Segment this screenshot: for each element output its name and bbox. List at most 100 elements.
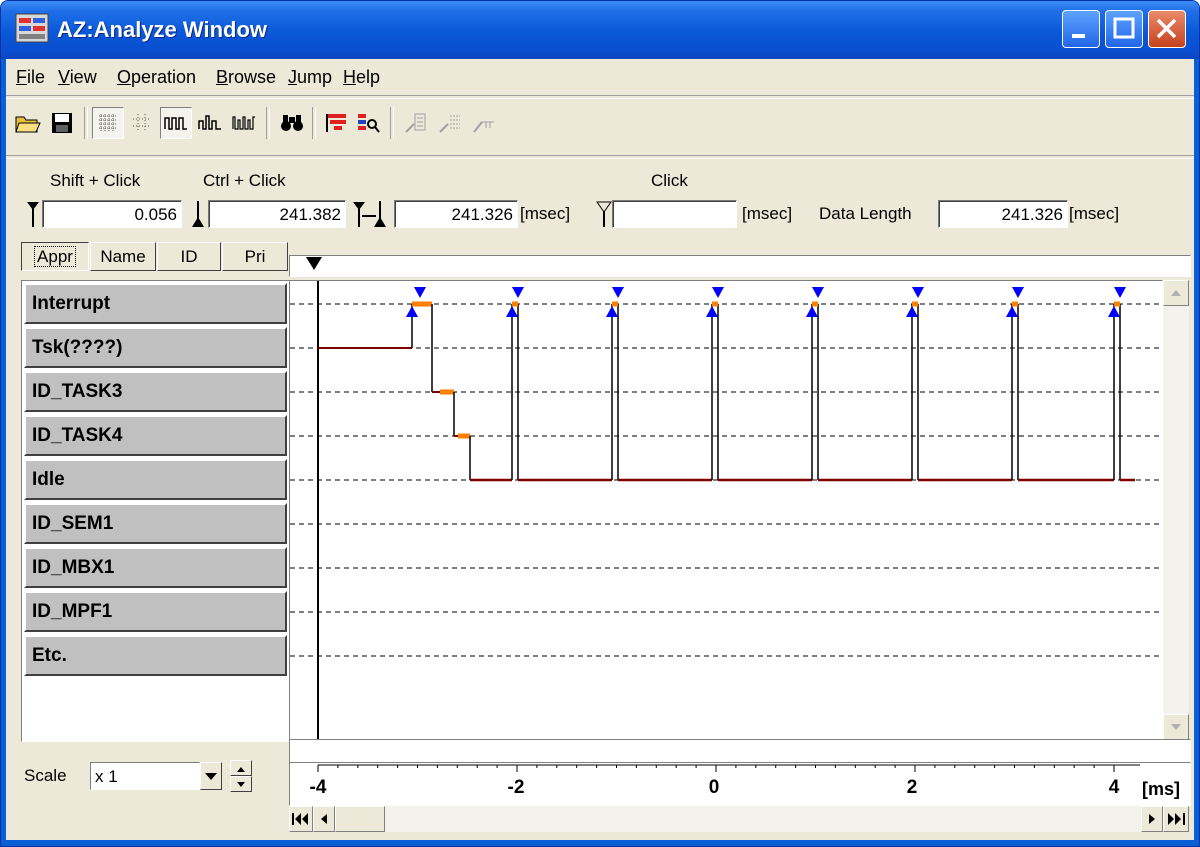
interrupt-entry-arrow <box>806 306 818 317</box>
bar-chart-icon <box>326 114 346 132</box>
scroll-thumb[interactable] <box>335 806 385 832</box>
unit-label: [msec] <box>1069 204 1120 223</box>
toolbar-separator <box>312 107 316 139</box>
shift-cursor-value[interactable]: 0.056 <box>42 200 182 228</box>
row-interrupt[interactable]: Interrupt <box>24 283 287 324</box>
title-bar[interactable]: AZ:Analyze Window <box>1 1 1199 59</box>
jump-next-button[interactable] <box>434 107 466 139</box>
interrupt-exit-arrow <box>912 287 924 298</box>
arrow-left-icon <box>321 814 327 824</box>
column-header-pri[interactable]: Pri <box>222 242 288 271</box>
row-id-mpf1[interactable]: ID_MPF1 <box>24 591 287 632</box>
arrow-down-icon <box>237 782 245 787</box>
interrupt-entry-arrow <box>1108 306 1120 317</box>
scroll-last-button[interactable] <box>1163 806 1189 832</box>
close-button[interactable] <box>1148 10 1186 48</box>
horizontal-scrollbar[interactable] <box>289 806 1189 832</box>
cursor-difference-icon <box>353 201 386 227</box>
interrupt-entry-arrow <box>606 306 618 317</box>
wave-peak-icon <box>198 115 221 130</box>
row-id-sem1[interactable]: ID_SEM1 <box>24 503 287 544</box>
row-id-task4[interactable]: ID_TASK4 <box>24 415 287 456</box>
row-id-task3[interactable]: ID_TASK3 <box>24 371 287 412</box>
data-length-value[interactable]: 241.326 <box>938 200 1068 228</box>
menu-jump[interactable]: Jump <box>288 67 332 88</box>
cursor-difference-value[interactable]: 241.326 <box>394 200 518 228</box>
jump-end-button[interactable] <box>468 107 500 139</box>
find-icon <box>281 115 303 131</box>
ctrl-click-label: Ctrl + Click <box>203 171 286 190</box>
menu-help[interactable]: Help <box>343 67 380 88</box>
toolbar-separator <box>266 107 270 139</box>
bar-chart-button[interactable] <box>320 107 352 139</box>
time-axis: -4 -2 0 2 4 [ms] <box>289 762 1191 806</box>
interrupt-exit-arrow <box>612 287 624 298</box>
find-button[interactable] <box>276 107 308 139</box>
axis-tick-label: -4 <box>310 777 327 798</box>
menu-view[interactable]: View <box>58 67 97 88</box>
inspect-icon <box>358 114 380 133</box>
interrupt-entry-arrow <box>406 306 418 317</box>
cursor-marker-track[interactable] <box>289 255 1191 277</box>
scale-select[interactable]: x 1 <box>90 762 200 790</box>
wave-peak-button[interactable] <box>194 107 226 139</box>
wave-icon <box>164 117 187 130</box>
row-id-mbx1[interactable]: ID_MBX1 <box>24 547 287 588</box>
minimize-button[interactable] <box>1062 10 1100 48</box>
cursor-marker-icon[interactable] <box>304 255 344 275</box>
jump-end-icon <box>473 121 494 133</box>
row-etc[interactable]: Etc. <box>24 635 287 676</box>
save-button[interactable] <box>46 107 78 139</box>
axis-tick-label: 2 <box>907 777 918 798</box>
wave-button[interactable] <box>160 107 192 139</box>
wave-multi-button[interactable] <box>228 107 260 139</box>
row-task-unknown[interactable]: Tsk(????) <box>24 327 287 368</box>
column-header-appr[interactable]: Appr <box>21 242 89 271</box>
click-cursor-icon <box>596 201 612 227</box>
jump-prev-icon <box>405 113 426 133</box>
menu-operation[interactable]: Operation <box>117 67 196 88</box>
interrupt-exit-arrow <box>512 287 524 298</box>
scroll-down-button[interactable] <box>1163 714 1189 740</box>
grid-sparse-button[interactable] <box>126 107 158 139</box>
scroll-first-button[interactable] <box>289 806 313 832</box>
axis-tick-label: 0 <box>709 777 720 798</box>
column-header-id[interactable]: ID <box>157 242 221 271</box>
scroll-right-button[interactable] <box>1141 806 1163 832</box>
column-header-name[interactable]: Name <box>90 242 156 271</box>
scale-dropdown-button[interactable] <box>200 762 222 790</box>
scale-up-button[interactable] <box>230 760 252 776</box>
interrupt-entry-arrow <box>706 306 718 317</box>
axis-tick-label: -2 <box>508 777 525 798</box>
menu-browse[interactable]: Browse <box>216 67 276 88</box>
close-icon <box>1156 18 1177 39</box>
open-icon <box>15 116 41 133</box>
data-length-label: Data Length <box>819 204 912 223</box>
timing-chart[interactable] <box>289 280 1163 742</box>
timing-chart-canvas[interactable] <box>290 281 1162 741</box>
shift-click-label: Shift + Click <box>50 171 141 190</box>
jump-prev-button[interactable] <box>400 107 432 139</box>
menu-file[interactable]: File <box>16 67 45 88</box>
click-cursor-value[interactable] <box>612 200 737 228</box>
vertical-scrollbar[interactable] <box>1163 280 1189 740</box>
ctrl-cursor-value[interactable]: 241.382 <box>208 200 346 228</box>
toolbar-separator <box>390 107 394 139</box>
scroll-up-button[interactable] <box>1163 280 1189 306</box>
interrupt-exit-arrow <box>1114 287 1126 298</box>
toolbar-separator <box>84 107 88 139</box>
row-idle[interactable]: Idle <box>24 459 287 500</box>
scale-down-button[interactable] <box>230 776 252 792</box>
ctrl-cursor-icon <box>192 201 204 227</box>
grid-dense-button[interactable] <box>92 107 124 139</box>
interrupt-entry-arrow <box>506 306 518 317</box>
maximize-button[interactable] <box>1105 10 1143 48</box>
maximize-icon <box>1113 17 1135 39</box>
open-button[interactable] <box>12 107 44 139</box>
axis-tick-label: 4 <box>1109 777 1120 798</box>
save-icon <box>52 113 72 133</box>
arrow-right-icon <box>1149 814 1155 824</box>
inspect-button[interactable] <box>352 107 384 139</box>
scroll-left-button[interactable] <box>313 806 335 832</box>
minimize-icon <box>1072 34 1085 38</box>
